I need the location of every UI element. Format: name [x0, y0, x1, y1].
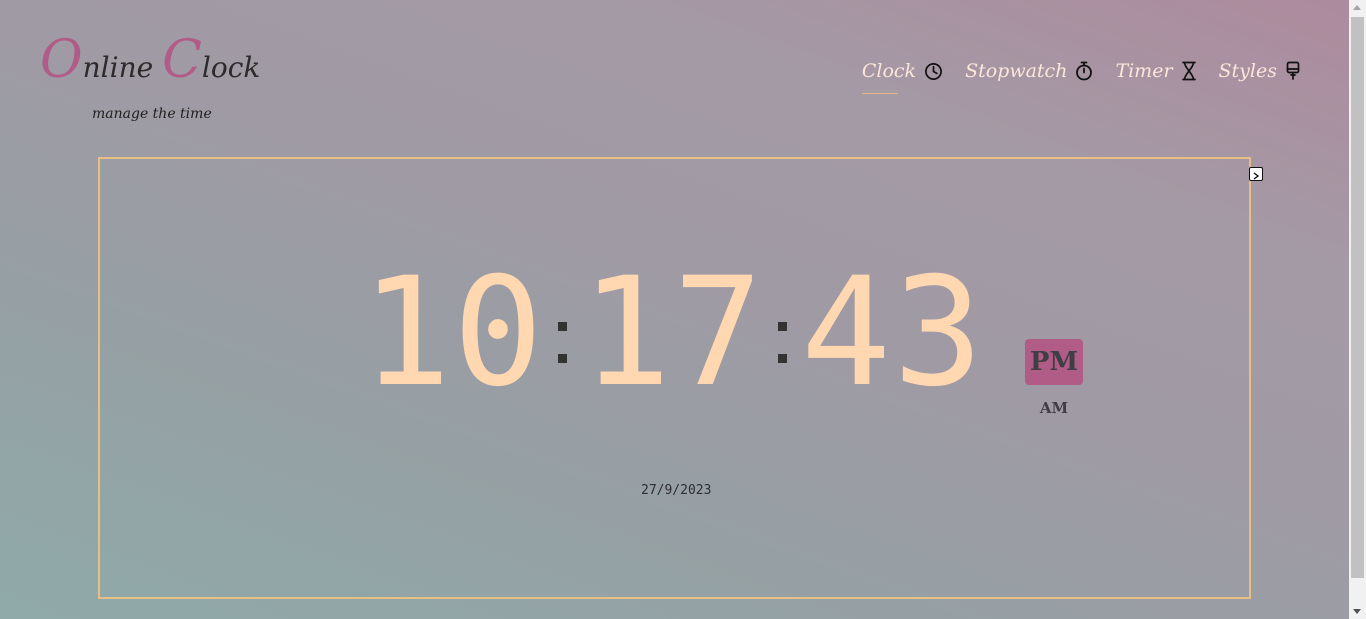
hourglass-icon	[1181, 61, 1197, 81]
am-label: AM	[1039, 399, 1069, 417]
vertical-scrollbar[interactable]	[1349, 0, 1366, 619]
nav-item-label: Styles	[1218, 60, 1277, 82]
nav-item-clock[interactable]: Clock	[861, 60, 943, 94]
scroll-up-arrow-icon[interactable]	[1353, 5, 1361, 10]
nav-item-styles[interactable]: Styles	[1219, 60, 1301, 92]
second-ones-digit: 3	[892, 246, 984, 420]
pm-badge: PM	[1025, 339, 1083, 385]
logo-tagline: manage the time	[92, 106, 212, 122]
nav-item-stopwatch[interactable]: Stopwatch	[965, 60, 1093, 92]
time-separator	[544, 258, 580, 408]
site-logo[interactable]: Online Clock manage the time	[40, 32, 260, 122]
logo-word-online: nline	[82, 51, 163, 84]
clock-display: 1 0 1 7 4 3	[360, 258, 984, 408]
expand-button[interactable]	[1249, 167, 1263, 181]
nav-item-label: Clock	[861, 60, 917, 82]
nav-item-label: Stopwatch	[965, 60, 1068, 82]
period-indicator: PM AM	[1025, 339, 1083, 417]
logo-letter-c: C	[162, 30, 202, 90]
nav-item-label: Timer	[1115, 60, 1173, 82]
hour-ones-digit: 0	[452, 246, 544, 420]
scroll-down-arrow-icon[interactable]	[1353, 609, 1361, 614]
logo-title: Online Clock	[40, 32, 260, 96]
nav-item-timer[interactable]: Timer	[1115, 60, 1196, 92]
main-nav: Clock Stopwatch Timer Styles	[861, 60, 1301, 94]
stopwatch-icon	[1075, 61, 1093, 81]
clock-icon	[924, 62, 943, 81]
page: Online Clock manage the time Clock Stopw…	[0, 0, 1349, 619]
minute-ones-digit: 7	[672, 246, 764, 420]
scrollbar-thumb[interactable]	[1351, 17, 1364, 578]
expand-icon	[1252, 165, 1260, 184]
hour-tens-digit: 1	[360, 246, 452, 420]
time-separator	[764, 258, 800, 408]
logo-letter-o: O	[40, 30, 83, 90]
minute-tens-digit: 1	[580, 246, 672, 420]
brush-icon	[1285, 61, 1301, 81]
second-tens-digit: 4	[800, 246, 892, 420]
current-date: 27/9/2023	[641, 483, 712, 498]
logo-word-clock: lock	[201, 51, 261, 84]
